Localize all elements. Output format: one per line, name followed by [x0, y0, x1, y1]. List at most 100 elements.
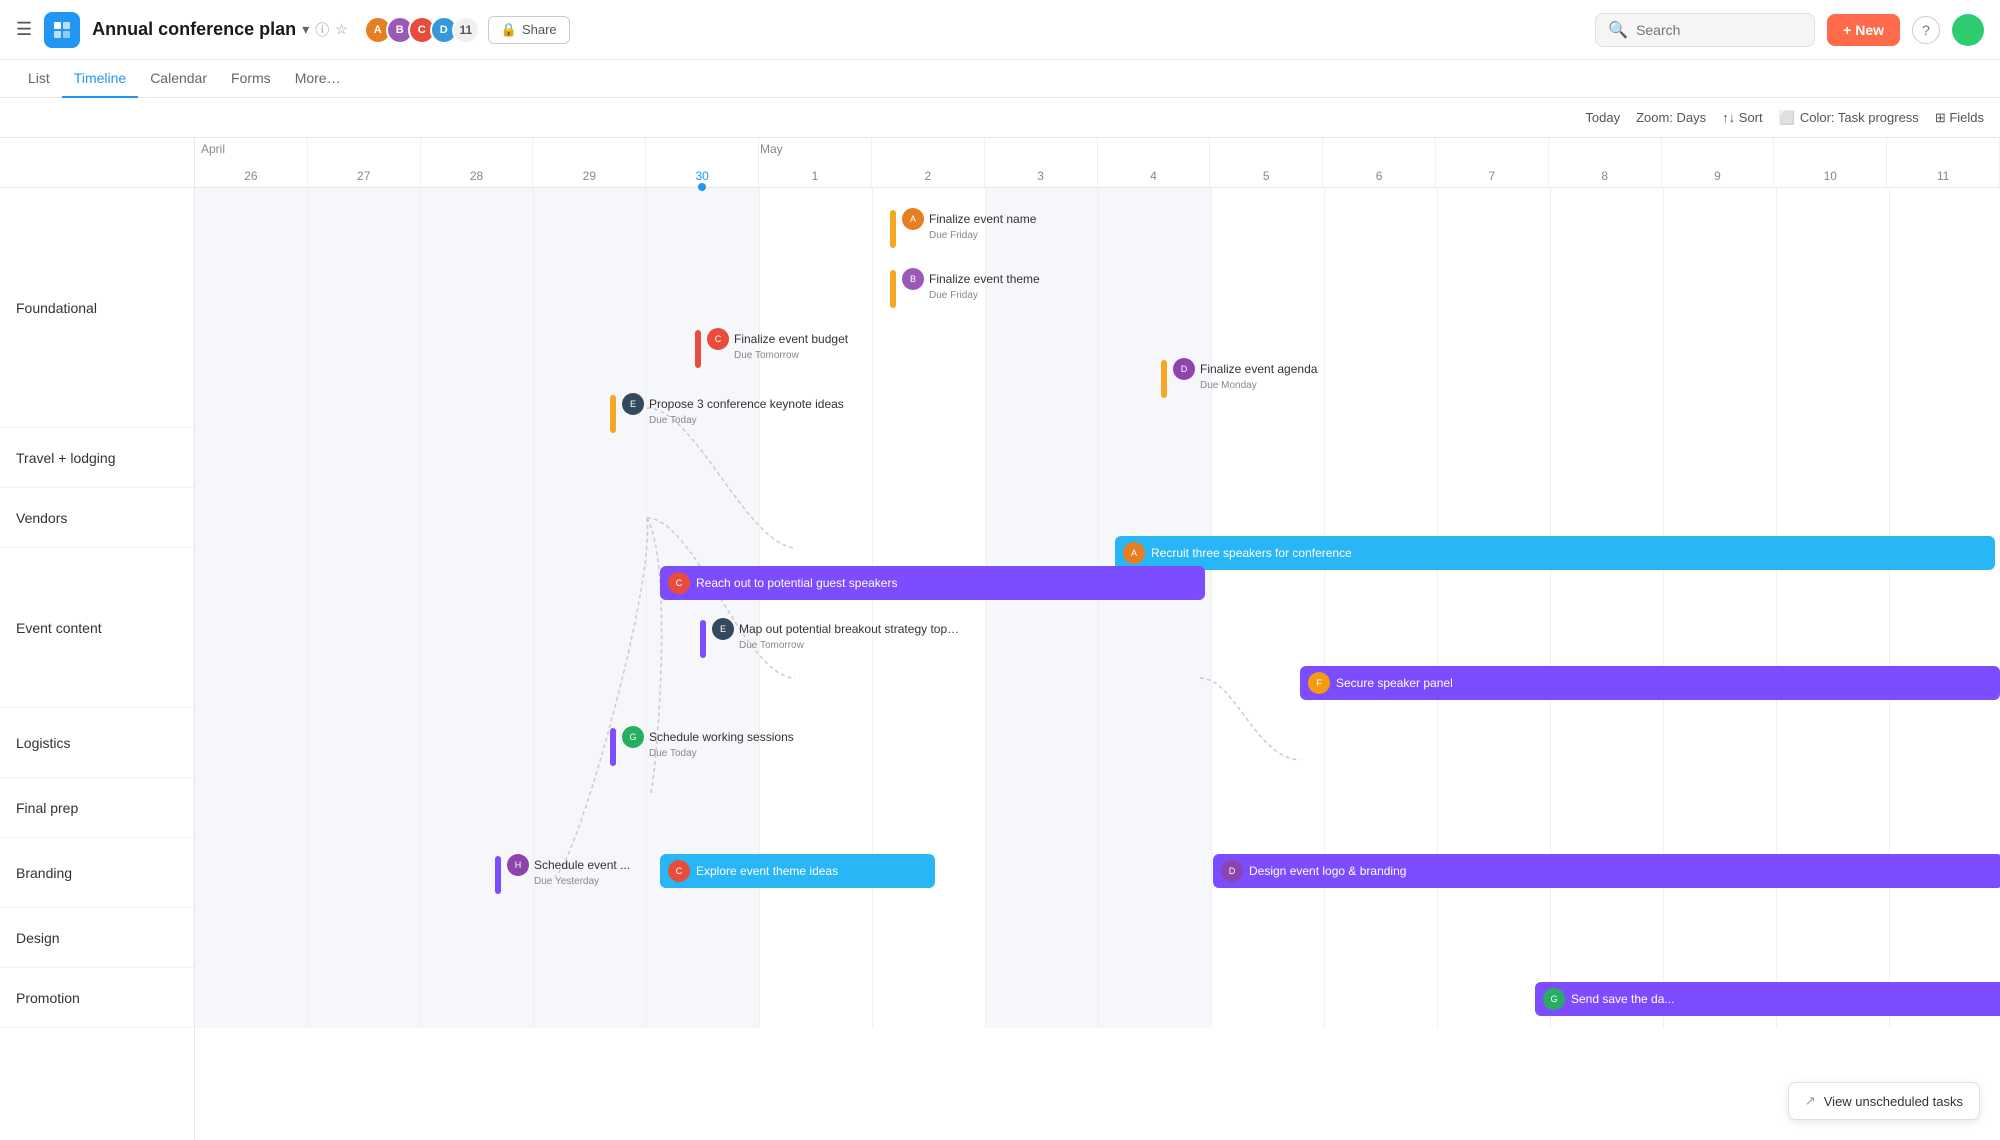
cell: [1664, 708, 1777, 778]
unscheduled-tasks-button[interactable]: ↗ View unscheduled tasks: [1788, 1082, 1980, 1120]
row-label-branding: Branding: [0, 838, 194, 908]
cell: [1664, 428, 1777, 488]
cell: [1438, 778, 1551, 838]
cell: [1325, 908, 1438, 968]
task-propose-keynote[interactable]: E Propose 3 conference keynote ideas Due…: [610, 393, 844, 433]
tab-timeline[interactable]: Timeline: [62, 60, 138, 98]
cell: [1890, 708, 2000, 778]
color-button[interactable]: ⬜ Color: Task progress: [1779, 110, 1919, 126]
row-label-promotion: Promotion: [0, 968, 194, 1028]
cell: [195, 188, 308, 428]
cell: [534, 908, 647, 968]
cell: [760, 188, 873, 428]
cell: [421, 908, 534, 968]
help-button[interactable]: ?: [1912, 16, 1940, 44]
cell: [195, 488, 308, 548]
cell: [1099, 908, 1212, 968]
cell: [1551, 188, 1664, 428]
task-finalize-event-budget[interactable]: C Finalize event budget Due Tomorrow: [695, 328, 848, 368]
user-avatar[interactable]: [1952, 14, 1984, 46]
task-finalize-event-theme[interactable]: B Finalize event theme Due Friday: [890, 268, 1040, 308]
date-7: 7: [1436, 138, 1549, 187]
cell: [308, 488, 421, 548]
date-5: 5: [1210, 138, 1323, 187]
cell: [647, 968, 760, 1028]
task-explore-theme[interactable]: C Explore event theme ideas: [660, 854, 935, 888]
tab-calendar[interactable]: Calendar: [138, 60, 219, 98]
star-icon[interactable]: ☆: [335, 21, 348, 38]
task-finalize-event-name[interactable]: A Finalize event name Due Friday: [890, 208, 1036, 248]
cell: [1438, 908, 1551, 968]
task-schedule-event[interactable]: H Schedule event ... Due Yesterday: [495, 854, 630, 894]
cell: [421, 488, 534, 548]
row-travel: [195, 428, 2000, 488]
info-icon[interactable]: ⓘ: [315, 20, 329, 40]
nav-tabs: List Timeline Calendar Forms More…: [0, 60, 2000, 98]
cell: [1212, 708, 1325, 778]
cell: [195, 908, 308, 968]
cell: [760, 968, 873, 1028]
task-recruit-speakers[interactable]: A Recruit three speakers for conference: [1115, 536, 1995, 570]
task-map-breakout[interactable]: E Map out potential breakout strategy to…: [700, 618, 959, 658]
cell: [986, 708, 1099, 778]
color-icon: ⬜: [1779, 110, 1795, 126]
cell: [760, 778, 873, 838]
date-27: 27: [308, 138, 421, 187]
chevron-down-icon[interactable]: ▾: [302, 21, 309, 38]
today-button[interactable]: Today: [1585, 110, 1620, 125]
tab-more[interactable]: More…: [283, 60, 353, 98]
cell: [534, 488, 647, 548]
sort-button[interactable]: ↑↓ Sort: [1722, 110, 1762, 125]
date-1: 1: [759, 138, 872, 187]
cell: [647, 428, 760, 488]
task-reach-out-speakers[interactable]: C Reach out to potential guest speakers: [660, 566, 1205, 600]
cell: [986, 908, 1099, 968]
avatar-count[interactable]: 11: [452, 16, 480, 44]
cell: [760, 488, 873, 548]
cell: [1777, 908, 1890, 968]
cell: [534, 968, 647, 1028]
cell: [873, 488, 986, 548]
cell: [1325, 708, 1438, 778]
row-event-content: C Reach out to potential guest speakers …: [195, 548, 2000, 708]
search-icon: 🔍: [1608, 20, 1628, 40]
fields-button[interactable]: ⊞ Fields: [1935, 110, 1984, 126]
row-label-logistics: Logistics: [0, 708, 194, 778]
cell: [534, 428, 647, 488]
date-30: 30: [646, 138, 759, 187]
row-final-prep: [195, 778, 2000, 838]
cell: [1212, 908, 1325, 968]
date-11: 11: [1887, 138, 2000, 187]
cell: [1099, 968, 1212, 1028]
date-10: 10: [1774, 138, 1887, 187]
timeline-toolbar: Today Zoom: Days ↑↓ Sort ⬜ Color: Task p…: [0, 98, 2000, 138]
task-secure-panel[interactable]: F Secure speaker panel: [1300, 666, 2000, 700]
share-button[interactable]: 🔒 Share: [488, 16, 570, 44]
date-2: 2: [872, 138, 985, 187]
cell: [1325, 968, 1438, 1028]
cell: [1099, 838, 1212, 908]
new-button[interactable]: + New: [1827, 14, 1900, 46]
task-finalize-event-agenda[interactable]: D Finalize event agenda Due Monday: [1161, 358, 1317, 398]
cell: [986, 428, 1099, 488]
zoom-button[interactable]: Zoom: Days: [1636, 110, 1706, 125]
cell: [1325, 188, 1438, 428]
menu-icon[interactable]: ☰: [16, 19, 32, 40]
cell: [421, 428, 534, 488]
cell: [308, 428, 421, 488]
task-schedule-sessions[interactable]: G Schedule working sessions Due Today: [610, 726, 794, 766]
grid-body: A Finalize event name Due Friday B Final…: [195, 188, 2000, 1028]
search-input[interactable]: [1636, 22, 1802, 38]
cell: [986, 778, 1099, 838]
cell: [308, 548, 421, 708]
cell: [534, 778, 647, 838]
tab-forms[interactable]: Forms: [219, 60, 283, 98]
cell: [1664, 188, 1777, 428]
avatar-group: A B C D 11: [364, 16, 480, 44]
task-send-save[interactable]: G Send save the da...: [1535, 982, 2000, 1016]
row-label-travel: Travel + lodging: [0, 428, 194, 488]
cell: [195, 548, 308, 708]
task-design-logo[interactable]: D Design event logo & branding: [1213, 854, 2000, 888]
tab-list[interactable]: List: [16, 60, 62, 98]
row-branding: H Schedule event ... Due Yesterday C Exp…: [195, 838, 2000, 908]
